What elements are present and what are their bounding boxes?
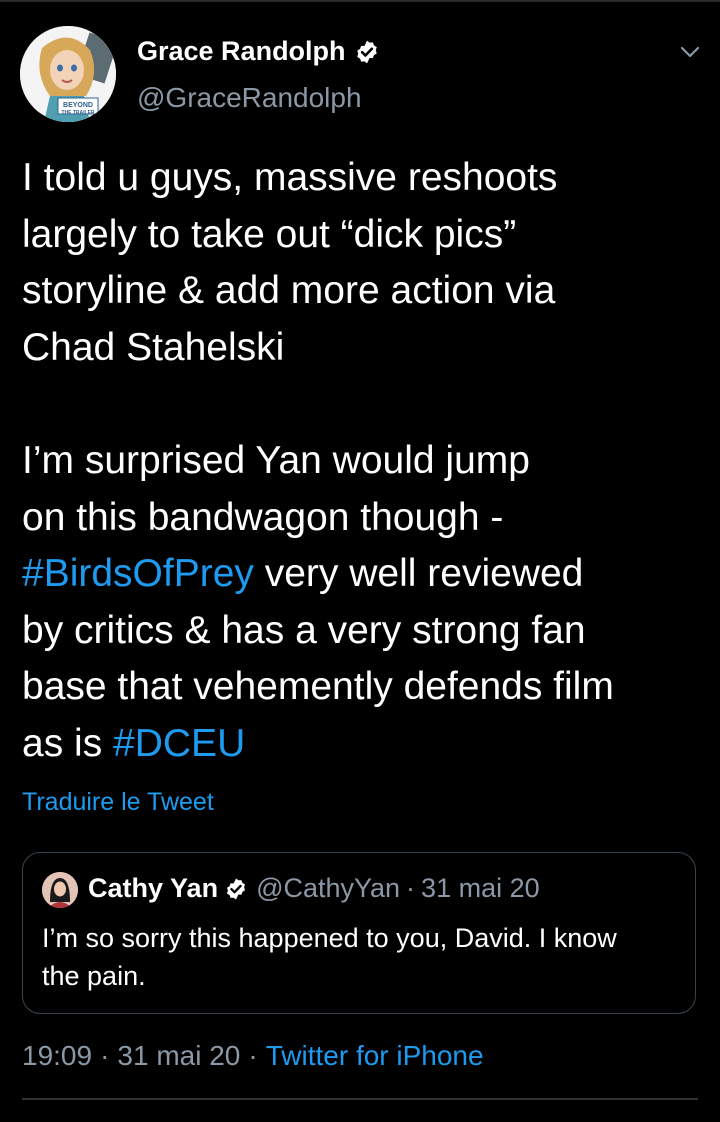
tweet-meta: 19:09 · 31 mai 20 · Twitter for iPhone xyxy=(22,1040,484,1072)
tweet-body: I told u guys, massive reshoots largely … xyxy=(22,150,702,773)
verified-badge-icon xyxy=(224,877,248,901)
top-divider xyxy=(0,0,720,2)
quoted-author-name[interactable]: Cathy Yan xyxy=(88,873,218,904)
tweet-line: on this bandwagon though - xyxy=(22,495,504,539)
quoted-text-line: the pain. xyxy=(42,961,146,991)
quoted-author-handle[interactable]: @CathyYan xyxy=(256,873,400,904)
quoted-tweet-text: I’m so sorry this happened to you, David… xyxy=(42,919,682,995)
svg-text:THE TRAILER: THE TRAILER xyxy=(61,110,94,116)
author-name-row[interactable]: Grace Randolph xyxy=(137,36,380,67)
tweet-time: 19:09 xyxy=(22,1040,93,1071)
avatar[interactable]: BEYOND THE TRAILER xyxy=(20,26,116,122)
hashtag-link-birdsofprey[interactable]: #BirdsOfPrey xyxy=(22,552,254,595)
quoted-text-line: I’m so sorry this happened to you, David… xyxy=(42,923,617,953)
tweet-line: largely to take out “dick pics” xyxy=(22,212,517,256)
separator-dot: · xyxy=(406,873,416,903)
svg-text:BEYOND: BEYOND xyxy=(63,102,93,109)
quoted-avatar[interactable] xyxy=(42,872,78,908)
tweet-line: as is #DCEU xyxy=(22,716,702,773)
tweet-line: by critics & has a very strong fan xyxy=(22,608,586,652)
quoted-date: 31 mai 20 xyxy=(421,873,540,903)
tweet-line: I’m surprised Yan would jump xyxy=(22,438,530,482)
tweet-date: 31 mai 20 xyxy=(117,1040,241,1071)
tweet-source-link[interactable]: Twitter for iPhone xyxy=(266,1040,484,1071)
quoted-tweet-card[interactable]: Cathy Yan @CathyYan · 31 mai 20 I’m so s… xyxy=(22,852,696,1014)
hashtag-link-dceu[interactable]: #DCEU xyxy=(113,722,245,765)
author-handle[interactable]: @GraceRandolph xyxy=(137,82,362,114)
avatar-illustration: BEYOND THE TRAILER xyxy=(20,26,116,122)
tweet-line: #BirdsOfPrey very well reviewed xyxy=(22,546,702,603)
tweet-line: Chad Stahelski xyxy=(22,325,285,369)
translate-tweet-link[interactable]: Traduire le Tweet xyxy=(22,788,214,817)
separator-dot: · xyxy=(248,1040,258,1071)
tweet-line: I told u guys, massive reshoots xyxy=(22,156,558,199)
tweet-line: base that vehemently defends film xyxy=(22,665,614,709)
separator-dot: · xyxy=(100,1040,110,1071)
bottom-divider xyxy=(22,1098,698,1100)
tweet-text-segment: very well reviewed xyxy=(253,552,584,596)
quoted-header: Cathy Yan @CathyYan · 31 mai 20 xyxy=(88,873,540,904)
verified-badge-icon xyxy=(354,39,380,65)
author-name[interactable]: Grace Randolph xyxy=(137,36,346,67)
chevron-down-icon[interactable] xyxy=(678,42,702,62)
tweet-line: storyline & add more action via xyxy=(22,269,556,313)
tweet-text-segment: as is xyxy=(22,721,114,765)
